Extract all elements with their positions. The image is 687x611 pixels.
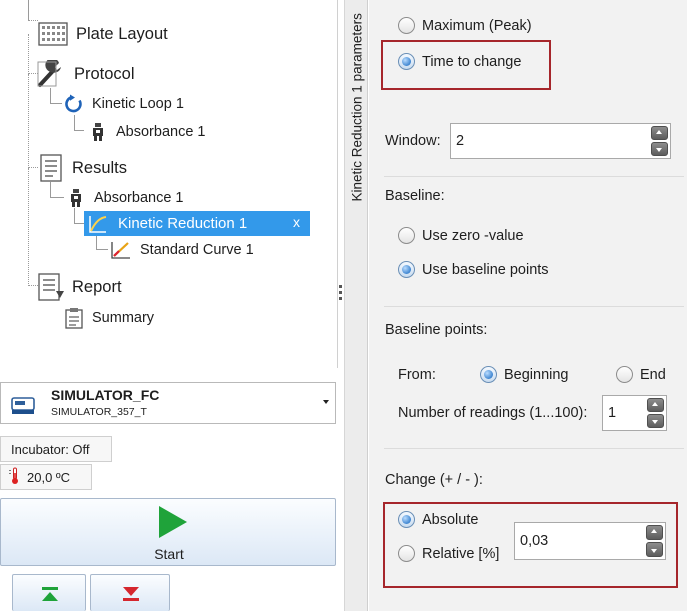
window-label: Window: xyxy=(385,133,441,149)
results-document-icon xyxy=(38,154,64,182)
tree-item-absorbance-results[interactable]: Absorbance 1 xyxy=(66,188,183,208)
radio-circle xyxy=(616,366,633,383)
tree-item-label: Kinetic Reduction 1 xyxy=(118,215,248,232)
baseline-points-label: Baseline points: xyxy=(385,322,488,338)
radio-label: End xyxy=(640,366,666,383)
parameters-vertical-tab[interactable]: Kinetic Reduction 1 parameters xyxy=(344,0,368,611)
radio-label: Absolute xyxy=(422,511,479,528)
spin-up-button[interactable] xyxy=(646,525,663,540)
tree-item-label: Protocol xyxy=(74,64,135,83)
tree-item-label: Kinetic Loop 1 xyxy=(92,96,184,112)
tree-item-absorbance-protocol[interactable]: Absorbance 1 xyxy=(88,122,205,142)
readings-spinner[interactable] xyxy=(647,398,664,428)
absorbance-icon xyxy=(66,188,86,208)
change-value-input[interactable]: 0,03 xyxy=(514,522,666,560)
device-id: SIMULATOR_357_T xyxy=(51,406,147,418)
device-selector[interactable]: SIMULATOR_FC SIMULATOR_357_T xyxy=(0,382,336,424)
dropdown-arrow-icon xyxy=(323,400,329,404)
vertical-tab-label: Kinetic Reduction 1 parameters xyxy=(349,13,365,202)
tree-item-report[interactable]: Report xyxy=(36,273,122,301)
tree-item-standard-curve[interactable]: Standard Curve 1 xyxy=(110,240,254,260)
tree-item-label: Absorbance 1 xyxy=(116,124,206,140)
radio-label: Maximum (Peak) xyxy=(422,17,532,34)
temperature-value: 20,0 ºC xyxy=(27,469,71,485)
radio-circle xyxy=(398,261,415,278)
device-name: SIMULATOR_FC xyxy=(51,387,160,403)
standard-curve-icon xyxy=(110,240,132,260)
tree-item-protocol[interactable]: Protocol xyxy=(36,58,135,88)
arrow-down-icon xyxy=(121,585,141,605)
radio-label: Use baseline points xyxy=(422,261,549,278)
window-value: 2 xyxy=(456,133,465,149)
highlight-box xyxy=(381,40,551,90)
radio-relative[interactable]: Relative [%] xyxy=(398,545,499,562)
tree-item-kinetic-reduction[interactable]: Kinetic Reduction 1 x xyxy=(84,211,310,236)
spin-down-button[interactable] xyxy=(651,142,668,156)
start-label: Start xyxy=(154,546,184,562)
radio-circle xyxy=(480,366,497,383)
clipboard-icon xyxy=(64,307,84,329)
radio-from-beginning[interactable]: Beginning xyxy=(480,366,569,383)
divider xyxy=(384,448,684,449)
radio-use-zero-value[interactable]: Use zero -value xyxy=(398,227,524,244)
change-value: 0,03 xyxy=(520,533,549,549)
radio-from-end[interactable]: End xyxy=(616,366,666,383)
radio-circle xyxy=(398,545,415,562)
radio-circle xyxy=(398,17,415,34)
protocol-tree: Plate Layout Protocol Kinetic Loop 1 Abs… xyxy=(0,0,338,368)
tree-item-summary[interactable]: Summary xyxy=(64,307,154,329)
play-icon xyxy=(157,505,189,543)
tree-item-label: Standard Curve 1 xyxy=(140,242,254,258)
tree-item-label: Plate Layout xyxy=(76,24,168,43)
tree-item-results[interactable]: Results xyxy=(38,154,127,182)
radio-circle xyxy=(398,227,415,244)
from-label: From: xyxy=(398,367,436,383)
tree-item-label: Results xyxy=(72,158,128,177)
baseline-label: Baseline: xyxy=(385,188,445,204)
radio-circle xyxy=(398,511,415,528)
instrument-panel: SIMULATOR_FC SIMULATOR_357_T Incubator: … xyxy=(0,368,340,611)
spin-up-button[interactable] xyxy=(651,126,668,140)
arrow-up-icon xyxy=(40,587,60,607)
radio-maximum-peak[interactable]: Maximum (Peak) xyxy=(398,17,532,34)
readings-label: Number of readings (1...100): xyxy=(398,405,588,421)
tree-item-label: Report xyxy=(72,277,122,296)
plate-grid-icon xyxy=(38,22,68,46)
radio-label: Use zero -value xyxy=(422,227,524,244)
wrench-icon xyxy=(36,58,66,88)
absorbance-icon xyxy=(88,122,108,142)
window-input[interactable]: 2 xyxy=(450,123,671,159)
change-label: Change (+ / - ): xyxy=(385,472,483,488)
close-icon[interactable]: x xyxy=(293,214,300,230)
tree-item-label: Absorbance 1 xyxy=(94,190,184,206)
instrument-icon xyxy=(11,393,37,421)
radio-label: Beginning xyxy=(504,366,569,383)
report-document-icon xyxy=(36,273,66,301)
tree-item-plate-layout[interactable]: Plate Layout xyxy=(38,22,168,46)
divider xyxy=(384,306,684,307)
tree-item-label: Summary xyxy=(92,310,155,326)
move-down-button[interactable] xyxy=(90,574,170,611)
divider xyxy=(384,176,684,177)
spin-down-button[interactable] xyxy=(647,414,664,428)
spin-up-button[interactable] xyxy=(647,398,664,412)
start-button[interactable]: Start xyxy=(0,498,336,566)
readings-input[interactable]: 1 xyxy=(602,395,667,431)
thermometer-icon xyxy=(9,467,21,488)
curve-chart-icon xyxy=(88,214,108,234)
readings-value: 1 xyxy=(608,405,617,421)
loop-arrow-icon xyxy=(64,94,84,114)
temperature-display[interactable]: 20,0 ºC xyxy=(0,464,92,490)
incubator-status[interactable]: Incubator: Off xyxy=(0,436,112,462)
spin-down-button[interactable] xyxy=(646,542,663,557)
radio-absolute[interactable]: Absolute xyxy=(398,511,478,528)
tree-item-kinetic-loop[interactable]: Kinetic Loop 1 xyxy=(64,94,184,114)
panel-splitter-grip[interactable] xyxy=(339,285,343,303)
radio-label: Relative [%] xyxy=(422,545,500,562)
move-up-button[interactable] xyxy=(12,574,86,611)
change-spinner[interactable] xyxy=(646,525,663,557)
radio-use-baseline-points[interactable]: Use baseline points xyxy=(398,261,549,278)
window-spinner[interactable] xyxy=(651,126,668,156)
